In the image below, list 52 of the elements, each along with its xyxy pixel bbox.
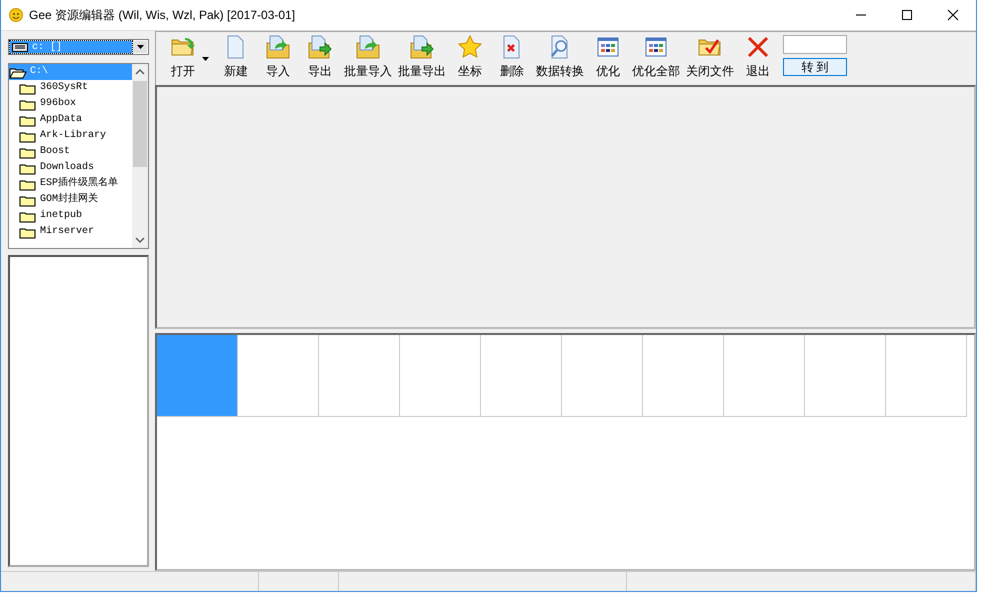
folder-document-arrow-icon	[266, 35, 290, 59]
toolbar-button[interactable]: 打开	[162, 35, 204, 80]
folder-item[interactable]: 360SysRt	[19, 80, 90, 96]
toolbar-button[interactable]: 导入	[257, 35, 299, 80]
folder-item[interactable]: Mirserver	[19, 224, 96, 240]
toolbar-button[interactable]: 关闭文件	[683, 35, 737, 80]
folder-item[interactable]: 996box	[19, 96, 78, 112]
goto-field[interactable]	[783, 35, 847, 54]
folder-document-arrow-icon	[356, 35, 380, 59]
folder-icon	[19, 210, 37, 222]
folder-icon	[19, 178, 37, 190]
grid-window-icon	[596, 35, 620, 59]
smiley-icon	[9, 8, 23, 22]
toolbar-button[interactable]: 批量导出	[395, 35, 449, 80]
folder-icon	[19, 98, 37, 110]
folder-item[interactable]: ESP插件级黑名单	[19, 176, 120, 192]
folder-icon	[19, 162, 37, 174]
folder-item[interactable]: Boost	[19, 144, 72, 160]
folder-icon	[19, 146, 37, 158]
window-title: Gee 资源编辑器 (Wil, Wis, Wzl, Pak) [2017-03-01]	[29, 7, 296, 24]
toolbar-button[interactable]: 优化全部	[629, 35, 683, 80]
folder-icon	[19, 130, 37, 142]
toolbar-button[interactable]: 批量导入	[341, 35, 395, 80]
toolbar-button[interactable]: 退出	[737, 35, 779, 80]
caret-icon	[202, 56, 209, 61]
toolbar-button[interactable]: 优化	[587, 35, 629, 80]
folder-icon	[19, 114, 37, 126]
folder-item[interactable]: Ark-Library	[19, 128, 108, 144]
toolbar-button[interactable]: 导出	[299, 35, 341, 80]
toolbar-button[interactable]: 删除	[491, 35, 533, 80]
close-icon	[945, 9, 961, 21]
folder-item[interactable]: inetpub	[19, 208, 84, 224]
toolbar-button[interactable]: 新建	[215, 35, 257, 80]
folder-document-arrow-icon	[410, 35, 434, 59]
scrollbar[interactable]	[132, 64, 148, 248]
folder-item[interactable]: GOM封挂网关	[19, 192, 100, 208]
star-icon	[458, 35, 482, 59]
folder-document-arrow-icon	[308, 35, 332, 59]
folder-icon	[19, 194, 37, 206]
toolbar-button[interactable]: 坐标	[449, 35, 491, 80]
thumbnail-cell[interactable]	[157, 335, 238, 416]
caret-icon	[136, 45, 144, 49]
maximize-icon	[899, 9, 915, 21]
grid-window-icon	[644, 35, 668, 59]
toolbar-button[interactable]: 数据转换	[533, 35, 587, 80]
folder-item[interactable]: AppData	[19, 112, 84, 128]
drive-value: c: []	[32, 40, 62, 54]
folder-icon	[19, 226, 37, 238]
drive-icon	[12, 42, 28, 52]
folder-item[interactable]: Downloads	[19, 160, 96, 176]
goto-button[interactable]: 转 到	[783, 58, 847, 76]
close-icon	[746, 35, 770, 59]
